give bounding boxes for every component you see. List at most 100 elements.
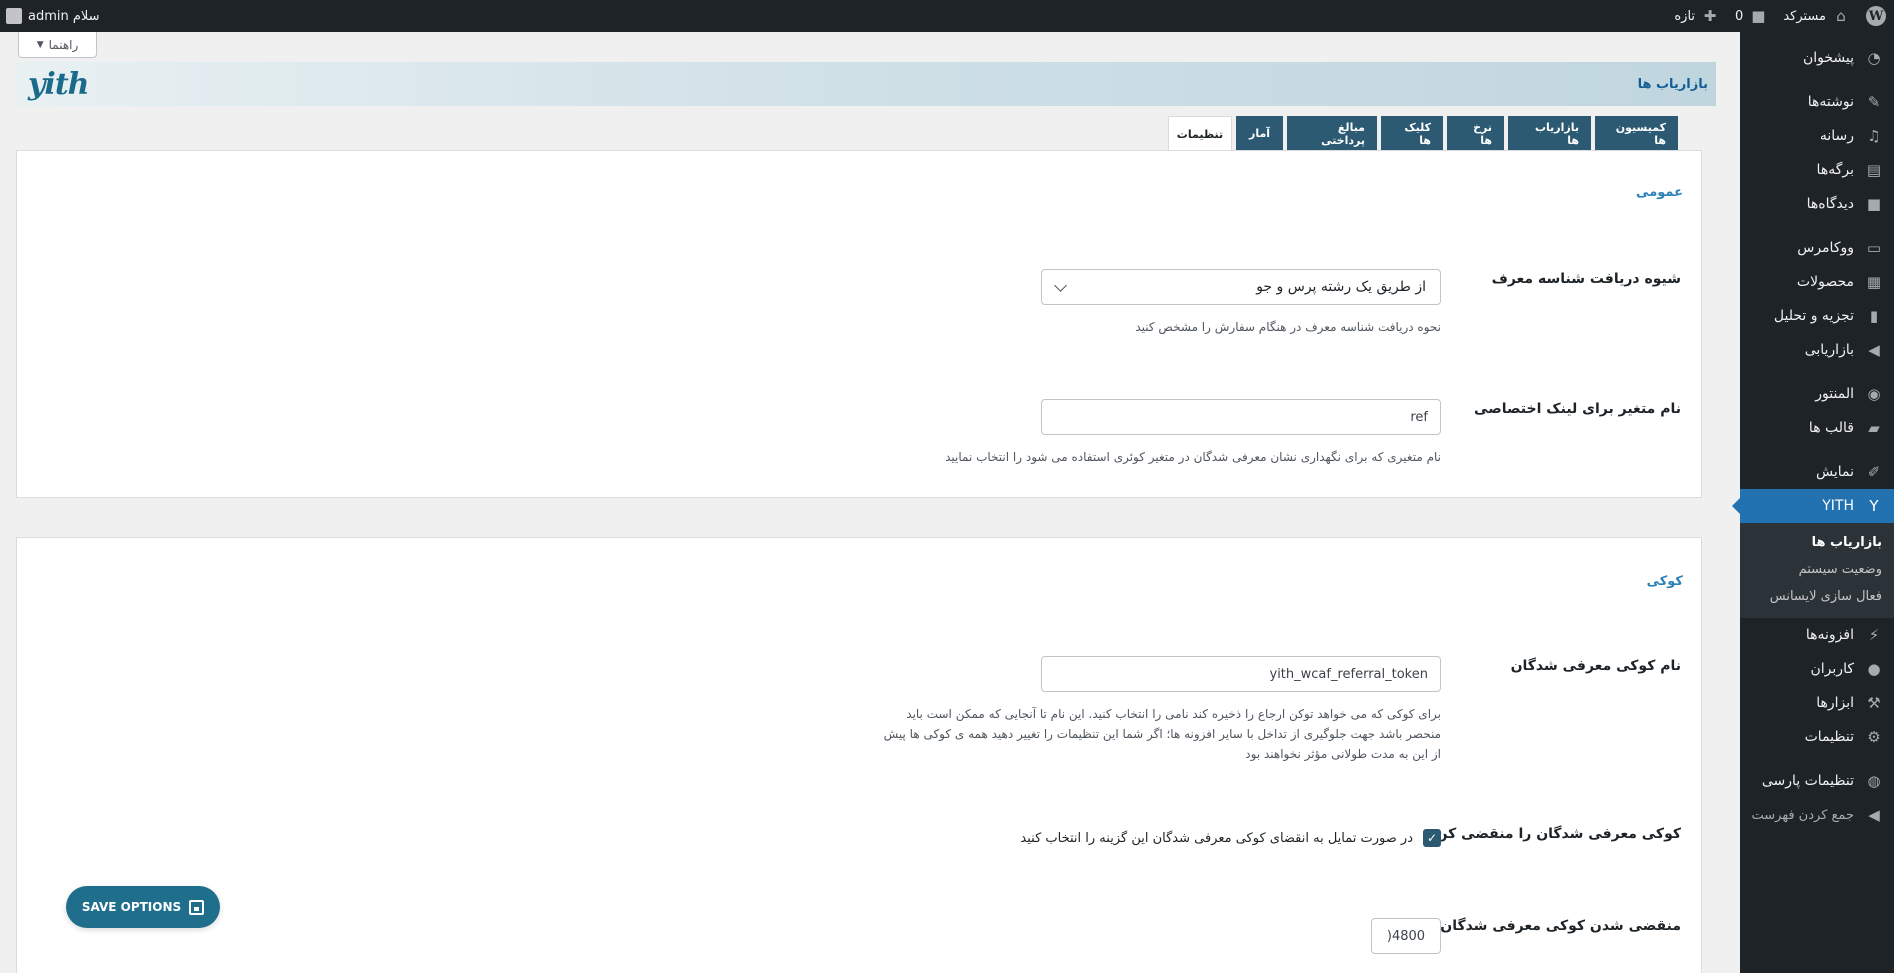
submenu-item-license-activation[interactable]: فعال سازی لایسانس — [1740, 583, 1894, 610]
sidebar-item-label: ووکامرس — [1797, 240, 1854, 256]
sidebar-item-dashboard[interactable]: ◔ پیشخوان — [1740, 41, 1894, 75]
tools-icon: ⚒ — [1867, 694, 1881, 712]
cookie-settings-panel: کوکی نام کوکی معرفی شدگان yith_wcaf_refe… — [16, 537, 1702, 973]
sidebar-item-marketing[interactable]: ◀ بازاریابی — [1740, 333, 1894, 367]
sidebar-item-label: دیدگاه‌ها — [1806, 196, 1854, 212]
sidebar-item-products[interactable]: ▦ محصولات — [1740, 265, 1894, 299]
collapse-menu-button[interactable]: ◀ جمع کردن فهرست — [1740, 798, 1894, 832]
pin-icon: ✎ — [1867, 93, 1881, 111]
tab-clicks[interactable]: کلیک ها — [1381, 116, 1443, 151]
site-name-link[interactable]: ⌂ مسترکد — [1775, 0, 1858, 32]
account-menu[interactable]: سلام admin — [0, 0, 100, 32]
tab-commissions[interactable]: کمیسیون ها — [1595, 116, 1678, 151]
tab-settings[interactable]: تنظیمات — [1168, 116, 1232, 152]
settings-tabs: کمیسیون ها بازاریاب ها نرخ ها کلیک ها مب… — [1168, 116, 1678, 152]
new-label: تازه — [1674, 8, 1696, 24]
sidebar-item-posts[interactable]: ✎ نوشته‌ها — [1740, 85, 1894, 119]
expire-cookie-text: در صورت تمایل به انقضای کوکی معرفی شدگان… — [1020, 830, 1413, 846]
sidebar-item-woocommerce[interactable]: ▭ ووکامرس — [1740, 231, 1894, 265]
save-options-label: SAVE OPTIONS — [81, 900, 182, 914]
sidebar-item-tools[interactable]: ⚒ ابزارها — [1740, 686, 1894, 720]
wordpress-logo-menu[interactable]: W — [1858, 0, 1894, 32]
referral-method-description: نحوه دریافت شناسه معرف در هنگام سفارش را… — [1135, 320, 1441, 334]
comments-icon: ■ — [1866, 195, 1882, 213]
save-options-button[interactable]: SAVE OPTIONS — [66, 886, 220, 928]
expire-cookie-field: ✓ در صورت تمایل به انقضای کوکی معرفی شدگ… — [1020, 829, 1441, 847]
tab-stats[interactable]: آمار — [1236, 116, 1283, 151]
sidebar-item-label: بازاریابی — [1804, 342, 1854, 358]
ref-variable-input[interactable]: ref — [1041, 399, 1441, 435]
analytics-icon: ▮ — [1869, 307, 1879, 325]
submenu-item-system-status[interactable]: وضعیت سیستم — [1740, 556, 1894, 583]
sidebar-item-elementor[interactable]: ◉ المنتور — [1740, 377, 1894, 411]
brush-icon: ✐ — [1867, 463, 1881, 481]
comment-bubble-icon: ■ — [1751, 7, 1766, 25]
ref-variable-description: نام متغیری که برای نگهداری نشان معرفی شد… — [945, 450, 1441, 464]
referral-method-select[interactable]: از طریق یک رشته پرس و جو — [1041, 269, 1441, 305]
referral-method-label: شیوه دریافت شناسه معرف — [1491, 271, 1681, 287]
yith-icon: Y — [1869, 497, 1879, 515]
sidebar-item-appearance[interactable]: ✐ نمایش — [1740, 455, 1894, 489]
help-tab-label: راهنما — [48, 37, 79, 52]
sidebar-item-parsi-settings[interactable]: ◍ تنظیمات پارسی — [1740, 764, 1894, 798]
sidebar-item-users[interactable]: ● کاربران — [1740, 652, 1894, 686]
comments-count: 0 — [1735, 8, 1744, 24]
sidebar-item-comments[interactable]: ■ دیدگاه‌ها — [1740, 187, 1894, 221]
sidebar-item-media[interactable]: ♫ رسانه — [1740, 119, 1894, 153]
section-title-general: عمومی — [1636, 185, 1683, 200]
sidebar-item-label: المنتور — [1815, 386, 1854, 402]
collapse-icon: ◀ — [1868, 806, 1880, 824]
sidebar-item-analytics[interactable]: ▮ تجزیه و تحلیل — [1740, 299, 1894, 333]
yith-logo: yith — [28, 66, 89, 102]
admin-bar: W ⌂ مسترکد ■ 0 ✚ تازه سلام admin — [0, 0, 1894, 32]
pages-icon: ▤ — [1866, 161, 1882, 179]
expire-cookie-checkbox[interactable]: ✓ — [1423, 829, 1441, 847]
cookie-name-input[interactable]: yith_wcaf_referral_token — [1041, 656, 1441, 692]
cookie-name-field: yith_wcaf_referral_token برای کوکی که می… — [881, 656, 1441, 764]
sidebar-item-label: جمع کردن فهرست — [1751, 807, 1854, 823]
sidebar-item-label: نوشته‌ها — [1807, 94, 1854, 110]
sidebar-item-label: تنظیمات پارسی — [1761, 773, 1854, 789]
sidebar-item-settings[interactable]: ⚙ تنظیمات — [1740, 720, 1894, 754]
sidebar-item-pages[interactable]: ▤ برگه‌ها — [1740, 153, 1894, 187]
sidebar-item-label: تنظیمات — [1804, 729, 1854, 745]
ref-variable-field: ref نام متغیری که برای نگهداری نشان معرف… — [945, 399, 1441, 467]
sidebar-item-plugins[interactable]: ⚡ افزونه‌ها — [1740, 618, 1894, 652]
new-content-link[interactable]: ✚ تازه — [1666, 0, 1727, 32]
sidebar-item-label: قالب ها — [1808, 420, 1854, 436]
settings-icon: ⚙ — [1867, 728, 1881, 746]
sidebar-item-label: تجزیه و تحلیل — [1773, 308, 1854, 324]
megaphone-icon: ◀ — [1868, 341, 1880, 359]
greeting: سلام admin — [28, 8, 100, 24]
admin-bar-right: W ⌂ مسترکد ■ 0 ✚ تازه — [1666, 0, 1894, 32]
tab-affiliates[interactable]: بازاریاب ها — [1508, 116, 1591, 151]
sidebar-item-templates[interactable]: ▰ قالب ها — [1740, 411, 1894, 445]
woocommerce-icon: ▭ — [1866, 239, 1882, 257]
caret-down-icon: ▼ — [36, 39, 44, 50]
products-icon: ▦ — [1866, 273, 1882, 291]
sidebar-item-label: محصولات — [1796, 274, 1854, 290]
chevron-down-icon — [1054, 278, 1067, 292]
referral-method-field: از طریق یک رشته پرس و جو نحوه دریافت شنا… — [1041, 269, 1441, 337]
expire-cookie-label: کوکی معرفی شدگان را منقضی کن — [1435, 826, 1681, 842]
sidebar-item-label: رسانه — [1819, 128, 1854, 144]
help-tab-button[interactable]: راهنما ▼ — [18, 32, 97, 58]
submenu-item-affiliates[interactable]: بازاریاب ها — [1740, 529, 1894, 556]
sidebar-item-label: کاربران — [1810, 661, 1854, 677]
folder-icon: ▰ — [1868, 419, 1880, 437]
dashboard-icon: ◔ — [1867, 49, 1881, 67]
cookie-name-description: برای کوکی که می خواهد توکن ارجاع را ذخیر… — [883, 707, 1441, 761]
users-icon: ● — [1867, 660, 1881, 678]
tab-rates[interactable]: نرخ ها — [1447, 116, 1504, 151]
general-settings-panel: عمومی شیوه دریافت شناسه معرف از طریق یک … — [16, 150, 1702, 498]
sidebar-item-label: YITH — [1822, 498, 1854, 514]
cookie-expiry-input[interactable]: ‪)4800 — [1371, 918, 1441, 954]
site-name: مسترکد — [1783, 8, 1826, 24]
sidebar-item-yith[interactable]: Y YITH — [1732, 489, 1894, 523]
comments-link[interactable]: ■ 0 — [1727, 0, 1775, 32]
cookie-expiry-field: ‪)4800 — [1371, 918, 1441, 954]
plus-icon: ✚ — [1703, 7, 1717, 25]
tab-payments[interactable]: مبالغ پرداختی — [1287, 116, 1377, 151]
yith-submenu: بازاریاب ها وضعیت سیستم فعال سازی لایسان… — [1740, 523, 1894, 618]
sidebar-item-label: افزونه‌ها — [1805, 627, 1854, 643]
